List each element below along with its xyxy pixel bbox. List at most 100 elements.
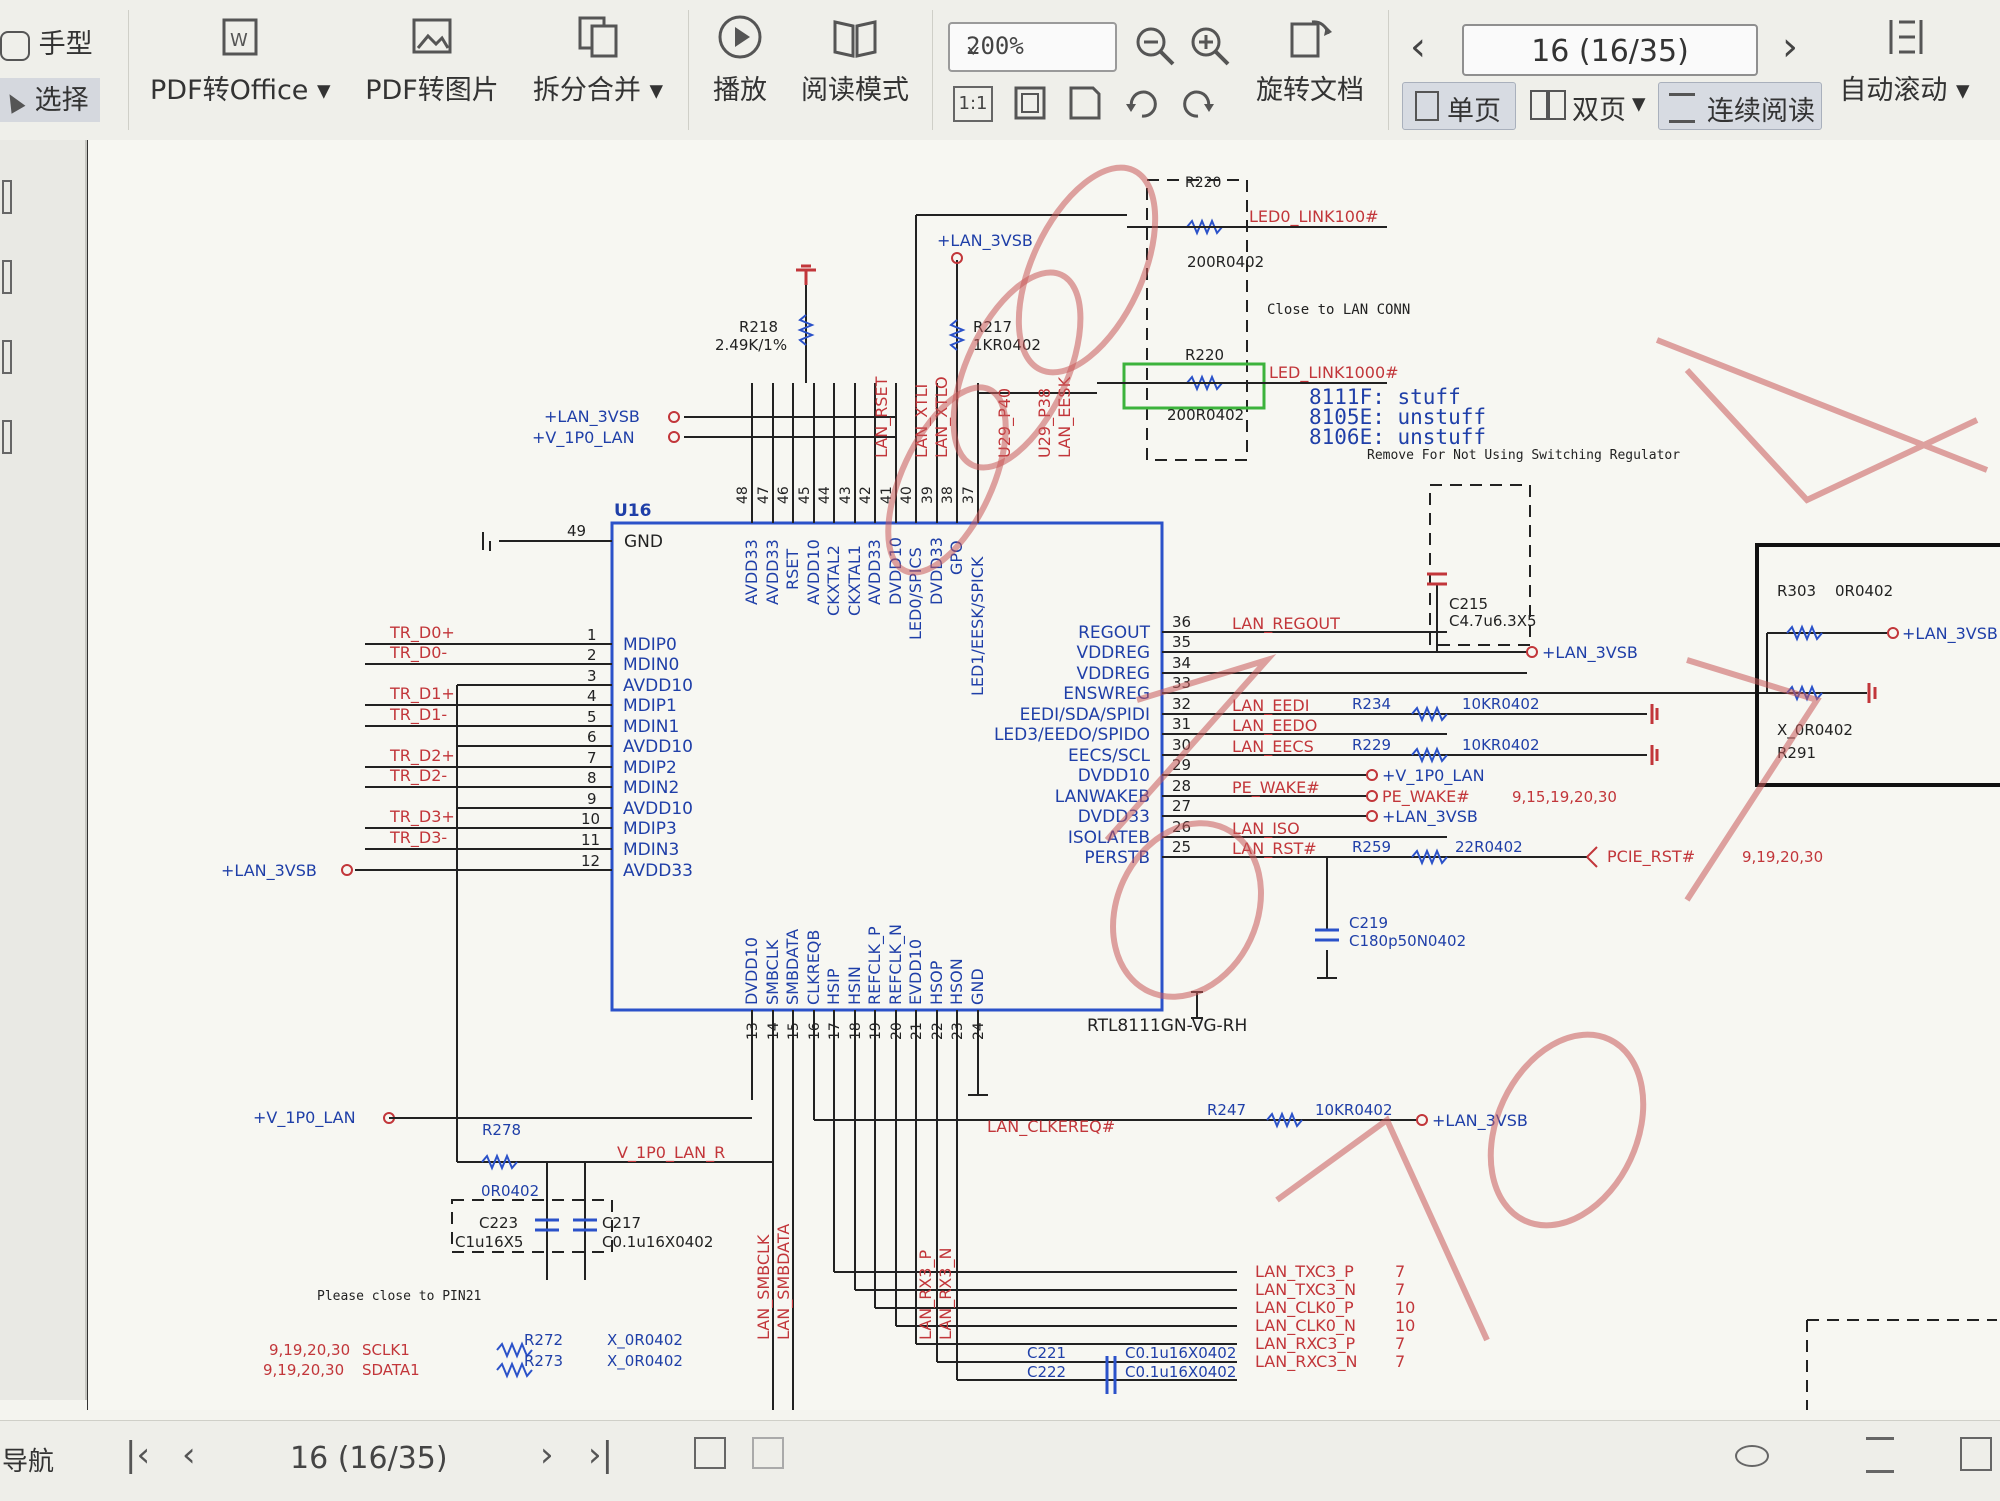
- fit-width-icon[interactable]: [1065, 84, 1105, 122]
- split-merge-button[interactable]: 拆分合并 ▾: [528, 14, 668, 107]
- pdf-to-image-button[interactable]: PDF转图片: [362, 14, 502, 107]
- c215-value: C4.7u6.3X5: [1449, 612, 1537, 630]
- rotate-left-icon[interactable]: [1122, 84, 1162, 122]
- pin-number: 23: [950, 1022, 966, 1040]
- sidebar-annotation-icon[interactable]: [2, 340, 12, 374]
- r229-ref: R229: [1352, 736, 1391, 754]
- net-label: TR_D1+: [389, 684, 455, 704]
- first-page-icon[interactable]: |‹: [125, 1435, 150, 1475]
- sclk-refs: 9,19,20,30: [269, 1341, 350, 1359]
- pin-name: MDIN2: [623, 778, 679, 798]
- top-toolbar: 手型 选择 W PDF转Office ▾ PDF转图片 拆分合并 ▾ 播放 阅读…: [0, 0, 2000, 141]
- auto-scroll-icon: [1889, 20, 1922, 54]
- net-label: TR_D2+: [389, 746, 455, 766]
- pin-name: MDIP0: [623, 635, 677, 655]
- c217-value: C0.1u16X0402: [602, 1233, 713, 1251]
- pin-number: 10: [581, 810, 600, 828]
- single-page-label: 单页: [1447, 96, 1501, 127]
- pin-number: 25: [1172, 838, 1191, 856]
- pin-number: 48: [735, 486, 751, 504]
- zoom-select[interactable]: 200% ⌄: [948, 22, 1117, 72]
- ground-symbol: [796, 264, 816, 285]
- forward-icon[interactable]: [752, 1437, 784, 1469]
- pin-name: MDIN0: [623, 655, 679, 675]
- back-icon[interactable]: [694, 1437, 726, 1469]
- pin-number: 32: [1172, 695, 1191, 713]
- capacitor-symbol: [1105, 1356, 1117, 1376]
- chip-ref: U16: [614, 501, 651, 521]
- net-label: LAN_SMBCLK: [754, 1234, 774, 1340]
- pin-name: HSIN: [845, 966, 864, 1005]
- pin-name: AVDD10: [623, 737, 693, 757]
- sidebar-bookmark-icon[interactable]: [2, 180, 12, 214]
- r291-value: X_0R0402: [1777, 721, 1853, 740]
- zoom-in-icon[interactable]: [1188, 24, 1232, 68]
- r259-value: 22R0402: [1455, 838, 1523, 856]
- fit-page-icon[interactable]: [1866, 1437, 1894, 1473]
- document-canvas[interactable]: D U16 RTL8111GN-VG-RH +LAN_3VSB 49 GND 1…: [87, 140, 2000, 1410]
- double-page-button[interactable]: 双页 ▾: [1526, 82, 1652, 128]
- fit-page-icon[interactable]: [1010, 84, 1050, 122]
- next-page-icon[interactable]: ›: [540, 1435, 554, 1475]
- sclk1-net: SCLK1: [362, 1341, 410, 1359]
- auto-scroll-button[interactable]: 自动滚动 ▾: [1832, 14, 1977, 107]
- reading-mode-button[interactable]: 阅读模式: [795, 14, 915, 107]
- c215-ref: C215: [1449, 595, 1488, 613]
- page-indicator: 16 (16/35): [1531, 34, 1689, 69]
- separator: [128, 10, 129, 130]
- last-page-icon[interactable]: ›|: [588, 1435, 613, 1475]
- pin-name: LED3/EEDO/SPIDO: [994, 725, 1150, 745]
- pin-name: MDIP1: [623, 696, 677, 716]
- separator: [688, 10, 689, 130]
- power-port: [341, 864, 353, 876]
- power-port: [1416, 1114, 1428, 1126]
- pin-name: DVDD33: [1078, 807, 1150, 827]
- power-port: [668, 411, 680, 423]
- select-tool-label: 选择: [34, 85, 89, 116]
- actual-size-button[interactable]: 1:1: [953, 86, 993, 122]
- pin-number: 20: [889, 1022, 905, 1040]
- zoom-out-icon[interactable]: [1133, 24, 1177, 68]
- pin-number: 17: [827, 1022, 843, 1040]
- next-page-icon[interactable]: ›: [1782, 24, 1798, 70]
- pin-name: HSIP: [824, 968, 843, 1005]
- sidebar-thumbnail-icon[interactable]: [2, 260, 12, 294]
- prev-page-icon[interactable]: ‹: [182, 1435, 196, 1475]
- hand-tool-button[interactable]: 手型: [0, 22, 110, 61]
- play-button[interactable]: 播放: [700, 14, 780, 107]
- pin-name: EECS/SCL: [1068, 746, 1151, 766]
- r220-value: 200R0402: [1167, 406, 1244, 424]
- net-label: LAN_EECS: [1232, 737, 1314, 757]
- eye-icon[interactable]: [1735, 1445, 1769, 1467]
- r220-top-ref: R220: [1185, 175, 1221, 191]
- nav-label[interactable]: 导航: [2, 1441, 54, 1478]
- rotate-document-button[interactable]: 旋转文档: [1250, 14, 1370, 107]
- pin-number: 31: [1172, 715, 1191, 733]
- net-label: TR_D1-: [389, 705, 447, 725]
- full-screen-icon[interactable]: [1960, 1437, 1992, 1471]
- offpage-ref: 7: [1395, 1280, 1405, 1299]
- pin-name: DVDD10: [1078, 766, 1150, 786]
- continuous-reading-button[interactable]: 连续阅读: [1658, 82, 1822, 130]
- dropdown-caret-icon: ▾: [1632, 88, 1646, 119]
- v-1p0-lan-right: +V_1P0_LAN: [1382, 766, 1485, 786]
- single-page-button[interactable]: 单页: [1402, 82, 1516, 130]
- sidebar-search-icon[interactable]: [2, 420, 12, 454]
- watermark-text: MSI 00017097 RD 2017: [1587, 1165, 1777, 1184]
- rotate-right-icon[interactable]: [1178, 84, 1218, 122]
- rotate-document-label: 旋转文档: [1256, 75, 1364, 106]
- c222-value: C0.1u16X0402: [1125, 1363, 1236, 1381]
- pin-number: 36: [1172, 613, 1191, 631]
- bottom-status-bar: 导航 |‹ ‹ 16 (16/35) › ›|: [0, 1420, 2000, 1501]
- r272-ref: R272: [524, 1331, 563, 1349]
- page-indicator[interactable]: 16 (16/35): [290, 1441, 448, 1476]
- r303-value: 0R0402: [1835, 582, 1893, 600]
- page-number-input[interactable]: 16 (16/35): [1462, 24, 1758, 76]
- r278-value: 0R0402: [481, 1182, 539, 1200]
- prev-page-icon[interactable]: ‹: [1410, 24, 1426, 70]
- c217-ref: C217: [602, 1214, 641, 1232]
- split-merge-icon: [578, 16, 618, 58]
- select-tool-button[interactable]: 选择: [0, 78, 100, 122]
- pdf-to-office-button[interactable]: W PDF转Office ▾: [150, 14, 331, 107]
- pin-number: 11: [581, 831, 600, 849]
